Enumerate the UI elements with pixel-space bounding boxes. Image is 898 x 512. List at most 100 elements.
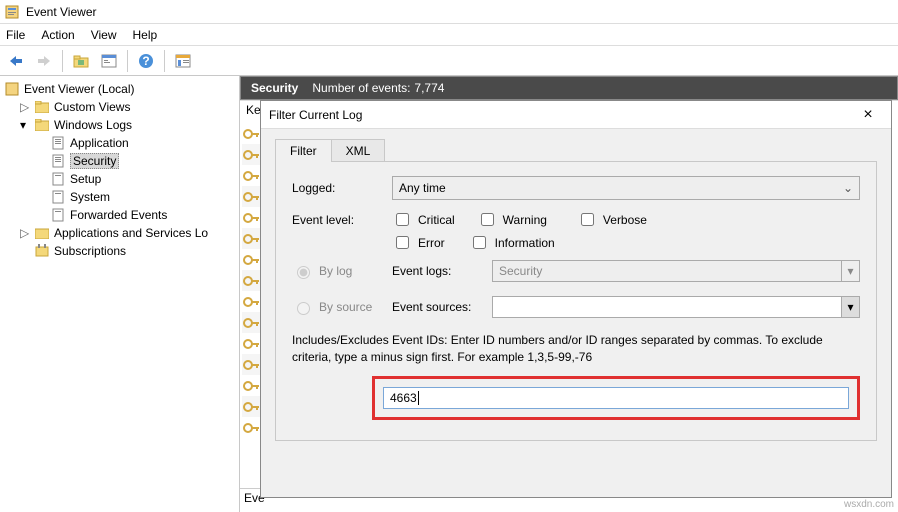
properties-button[interactable] [97,49,121,73]
nav-tree[interactable]: Event Viewer (Local) ▷ Custom Views ▾ Wi… [0,76,240,512]
logged-value: Any time [399,181,446,195]
close-button[interactable]: × [853,107,883,123]
dialog-tabs: Filter XML [275,139,891,162]
menu-help[interactable]: Help [133,28,158,42]
radio-by-source[interactable]: By source [292,299,392,315]
forward-button[interactable] [32,49,56,73]
filter-dialog: Filter Current Log × Filter XML Logged: … [260,100,892,498]
tree-windows-logs[interactable]: ▾ Windows Logs [2,116,237,134]
event-sources-label: Event sources: [392,300,492,314]
chk-critical[interactable]: Critical [392,210,455,229]
chk-label: Verbose [603,213,647,227]
chk-error[interactable]: Error [392,233,445,252]
chk-information[interactable]: Information [469,233,555,252]
main-area: Event Viewer (Local) ▷ Custom Views ▾ Wi… [0,76,898,512]
subscriptions-icon [34,243,50,259]
radio-label: By source [319,300,372,314]
folder-icon [34,99,50,115]
chk-warning[interactable]: Warning [477,210,547,229]
view-button[interactable] [171,49,195,73]
checkbox[interactable] [481,213,494,226]
toolbar-divider [164,50,165,72]
logged-combo[interactable]: Any time ⌄ [392,176,860,200]
event-sources-dropdown[interactable]: ▾ [492,296,860,318]
checkbox[interactable] [473,236,486,249]
key-icon [242,398,262,416]
tree-label: Applications and Services Lo [54,226,208,240]
logged-label: Logged: [292,181,392,195]
tree-label: System [70,190,110,204]
tree-root[interactable]: Event Viewer (Local) [2,80,237,98]
expand-icon[interactable]: ▷ [20,226,32,240]
content-header: Security Number of events: 7,774 [240,76,898,100]
key-icon [242,251,262,269]
text-cursor [418,391,419,405]
key-icon [242,419,262,437]
menu-action[interactable]: Action [41,28,74,42]
titlebar: Event Viewer [0,0,898,24]
key-icon [242,125,262,143]
menubar: File Action View Help [0,24,898,46]
toolbar-divider [127,50,128,72]
log-icon [50,189,66,205]
menu-view[interactable]: View [91,28,117,42]
collapse-icon[interactable]: ▾ [20,118,32,132]
row-by-log: By log Event logs: Security ▾ [292,260,860,282]
key-icon [242,230,262,248]
tree-apps-services[interactable]: ▷ Applications and Services Lo [2,224,237,242]
radio [297,266,310,279]
key-icon [242,209,262,227]
folder-icon [34,225,50,241]
tree-system[interactable]: System [2,188,237,206]
content-title: Security [251,81,298,95]
log-icon [50,135,66,151]
toolbar-divider [62,50,63,72]
tab-filter[interactable]: Filter [275,139,332,162]
folder-icon [34,117,50,133]
radio [297,302,310,315]
row-logged: Logged: Any time ⌄ [292,176,860,200]
expand-icon[interactable]: ▷ [20,100,32,114]
toolbar: ? [0,46,898,76]
event-viewer-icon [4,81,20,97]
chk-label: Warning [503,213,547,227]
back-button[interactable] [4,49,28,73]
tree-label-selected: Security [70,153,119,169]
menu-file[interactable]: File [6,28,25,42]
key-icon [242,377,262,395]
app-icon [4,4,20,20]
log-icon [50,171,66,187]
event-id-input[interactable]: 4663 [383,387,849,409]
row-by-source: By source Event sources: ▾ [292,296,860,318]
help-button[interactable]: ? [134,49,158,73]
svg-text:?: ? [142,54,149,68]
tree-setup[interactable]: Setup [2,170,237,188]
dialog-titlebar[interactable]: Filter Current Log × [261,101,891,129]
event-count: 7,774 [414,81,444,95]
watermark: wsxdn.com [844,499,894,510]
log-icon [50,207,66,223]
log-icon [50,153,66,169]
key-icon [242,272,262,290]
event-count-label: Number of events: [312,81,410,95]
chevron-down-icon: ⌄ [843,181,853,195]
dropdown-button[interactable]: ▾ [841,297,859,317]
chk-verbose[interactable]: Verbose [577,210,647,229]
tree-custom-views[interactable]: ▷ Custom Views [2,98,237,116]
tree-security[interactable]: Security [2,152,237,170]
event-id-value: 4663 [390,391,417,405]
checkbox[interactable] [396,236,409,249]
tab-panel: Logged: Any time ⌄ Event level: Critical… [275,161,877,441]
tree-label: Setup [70,172,101,186]
tree-subscriptions[interactable]: Subscriptions [2,242,237,260]
tree-forwarded[interactable]: Forwarded Events [2,206,237,224]
dialog-title: Filter Current Log [269,108,362,122]
chk-label: Critical [418,213,455,227]
tab-xml[interactable]: XML [331,139,386,162]
key-icon [242,356,262,374]
checkbox[interactable] [396,213,409,226]
key-icon [242,314,262,332]
checkbox[interactable] [581,213,594,226]
folder-button[interactable] [69,49,93,73]
tree-application[interactable]: Application [2,134,237,152]
